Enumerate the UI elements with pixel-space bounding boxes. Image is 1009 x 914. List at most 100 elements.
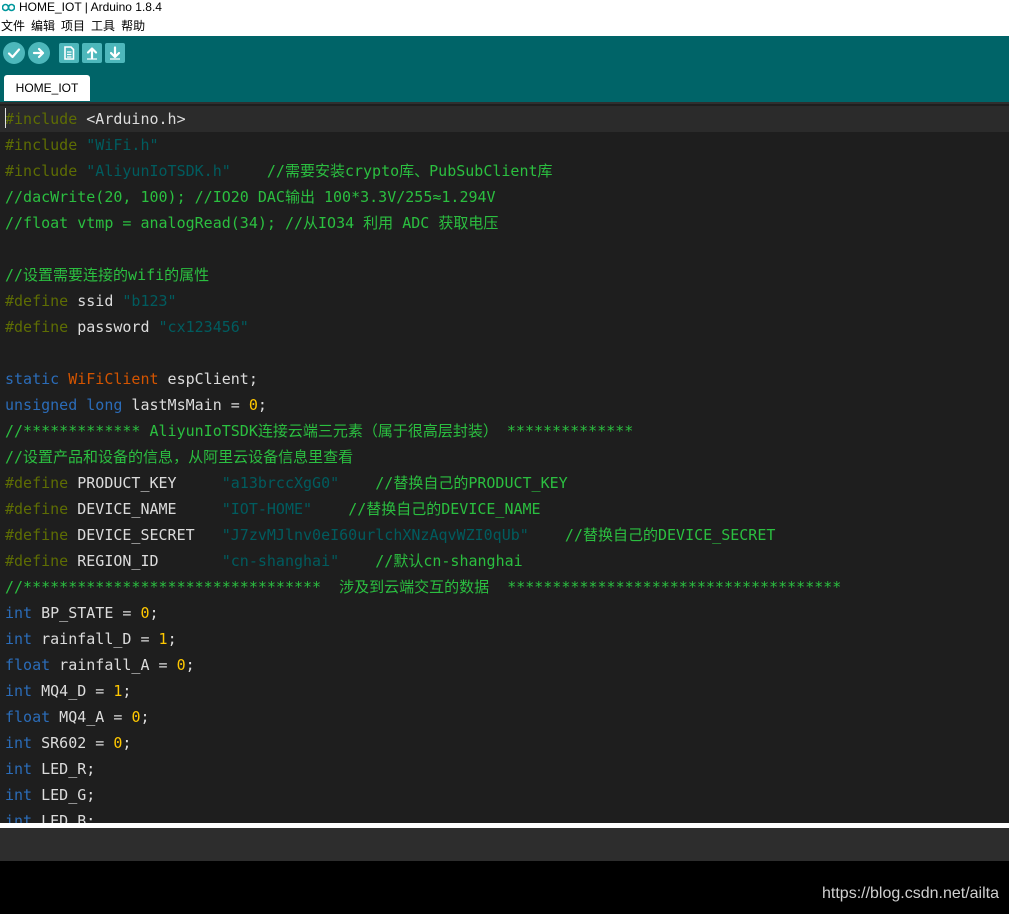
code-line: //设置需要连接的wifi的属性 bbox=[5, 262, 841, 288]
code-token: PRODUCT_KEY bbox=[68, 474, 222, 492]
code-token: REGION_ID bbox=[68, 552, 222, 570]
code-text[interactable]: #include <Arduino.h> #include "WiFi.h" #in… bbox=[5, 106, 841, 823]
open-button[interactable] bbox=[82, 43, 102, 63]
code-token: MQ4_A = bbox=[50, 708, 132, 726]
tab-home-iot[interactable]: HOME_IOT bbox=[4, 75, 90, 101]
code-line: #include "AliyunIoTSDK.h" //需要安装crypto库、… bbox=[5, 158, 841, 184]
code-token: #define bbox=[5, 526, 69, 544]
code-token: int bbox=[5, 760, 33, 778]
menu-item-edit[interactable]: 编辑 bbox=[31, 17, 57, 34]
code-token: 1 bbox=[158, 630, 168, 648]
code-token: "AliyunIoTSDK.h" bbox=[86, 162, 231, 180]
code-token: espClient; bbox=[158, 370, 258, 388]
code-token: #include bbox=[5, 110, 78, 128]
arrow-right-icon bbox=[32, 46, 46, 60]
window-title: HOME_IOT | Arduino 1.8.4 bbox=[19, 0, 162, 14]
code-line: int LED_B; bbox=[5, 808, 841, 823]
code-token: DEVICE_SECRET bbox=[68, 526, 222, 544]
code-line: int rainfall_D = 1; bbox=[5, 626, 841, 652]
code-token: 0 bbox=[140, 604, 150, 622]
tab-strip: HOME_IOT bbox=[0, 70, 1009, 102]
code-token: ; bbox=[122, 734, 132, 752]
code-token: "IOT-HOME" bbox=[221, 500, 313, 518]
code-token: int bbox=[5, 812, 33, 823]
code-token: //dacWrite(20, 100); //IO20 DAC输出 100*3.… bbox=[5, 188, 496, 206]
code-token: 0 bbox=[176, 656, 186, 674]
code-token: #include bbox=[5, 162, 78, 180]
menu-item-sketch[interactable]: 项目 bbox=[61, 17, 87, 34]
code-line: #include <Arduino.h> bbox=[5, 106, 841, 132]
code-token: ; bbox=[167, 630, 177, 648]
code-token: WiFiClient bbox=[68, 370, 159, 388]
arduino-ide-window: HOME_IOT | Arduino 1.8.4 文件 编辑 项目 工具 帮助 bbox=[0, 0, 1009, 914]
text-cursor bbox=[5, 108, 6, 128]
check-icon bbox=[7, 46, 21, 60]
code-line: //************* AliyunIoTSDK连接云端三元素（属于很高… bbox=[5, 418, 841, 444]
code-line: int SR602 = 0; bbox=[5, 730, 841, 756]
code-token: int bbox=[5, 734, 33, 752]
code-line: //********************************* 涉及到云… bbox=[5, 574, 841, 600]
code-token: unsigned bbox=[5, 396, 78, 414]
code-token: //设置产品和设备的信息，从阿里云设备信息里查看 bbox=[5, 448, 354, 466]
new-button[interactable] bbox=[59, 43, 79, 63]
code-token: "WiFi.h" bbox=[86, 136, 159, 154]
code-token: "a13brccXgG0" bbox=[221, 474, 340, 492]
save-button[interactable] bbox=[105, 43, 125, 63]
code-token: ; bbox=[122, 682, 132, 700]
code-token: password bbox=[68, 318, 159, 336]
code-line: static WiFiClient espClient; bbox=[5, 366, 841, 392]
code-token: 0 bbox=[248, 396, 258, 414]
code-token: #define bbox=[5, 500, 69, 518]
code-token: LED_B; bbox=[32, 812, 96, 823]
arduino-infinity-icon bbox=[2, 3, 15, 12]
code-token: ssid bbox=[68, 292, 123, 310]
code-token: "cn-shanghai" bbox=[221, 552, 340, 570]
code-token: float bbox=[5, 656, 51, 674]
code-token: float bbox=[5, 708, 51, 726]
code-editor[interactable]: #include <Arduino.h> #include "WiFi.h" #in… bbox=[0, 102, 1009, 823]
code-token: ; bbox=[185, 656, 195, 674]
menu-item-help[interactable]: 帮助 bbox=[121, 17, 147, 34]
code-token: "b123" bbox=[122, 292, 177, 310]
code-line: //float vtmp = analogRead(34); //从IO34 利… bbox=[5, 210, 841, 236]
code-line: #include "WiFi.h" bbox=[5, 132, 841, 158]
code-line: #define password "cx123456" bbox=[5, 314, 841, 340]
code-line: int MQ4_D = 1; bbox=[5, 678, 841, 704]
arrow-down-icon bbox=[108, 46, 122, 60]
code-line: float MQ4_A = 0; bbox=[5, 704, 841, 730]
code-token: <Arduino.h> bbox=[77, 110, 186, 128]
code-token: "cx123456" bbox=[158, 318, 249, 336]
code-token: LED_G; bbox=[32, 786, 96, 804]
verify-button[interactable] bbox=[3, 42, 25, 64]
watermark-text: https://blog.csdn.net/ailta bbox=[822, 885, 999, 902]
code-line: int BP_STATE = 0; bbox=[5, 600, 841, 626]
menu-item-file[interactable]: 文件 bbox=[1, 17, 27, 34]
toolbar bbox=[0, 36, 1009, 70]
title-bar: HOME_IOT | Arduino 1.8.4 bbox=[0, 0, 1009, 14]
status-bar bbox=[0, 828, 1009, 861]
code-token: MQ4_D = bbox=[32, 682, 114, 700]
code-line: float rainfall_A = 0; bbox=[5, 652, 841, 678]
code-token: #define bbox=[5, 552, 69, 570]
code-token: int bbox=[5, 682, 33, 700]
code-token: lastMsMain = bbox=[122, 396, 249, 414]
code-token: //************* AliyunIoTSDK连接云端三元素（属于很高… bbox=[5, 422, 634, 440]
menu-item-tools[interactable]: 工具 bbox=[91, 17, 117, 34]
code-line: #define DEVICE_NAME "IOT-HOME" //替换自己的DE… bbox=[5, 496, 841, 522]
upload-button[interactable] bbox=[28, 42, 50, 64]
code-token: SR602 = bbox=[32, 734, 114, 752]
code-token: ; bbox=[257, 396, 267, 414]
code-line: unsigned long lastMsMain = 0; bbox=[5, 392, 841, 418]
code-token: "J7zvMJlnv0eI60urlchXNzAqvWZI0qUb" bbox=[221, 526, 529, 544]
code-token: //默认cn-shanghai bbox=[375, 552, 523, 570]
code-token: ; bbox=[140, 708, 150, 726]
